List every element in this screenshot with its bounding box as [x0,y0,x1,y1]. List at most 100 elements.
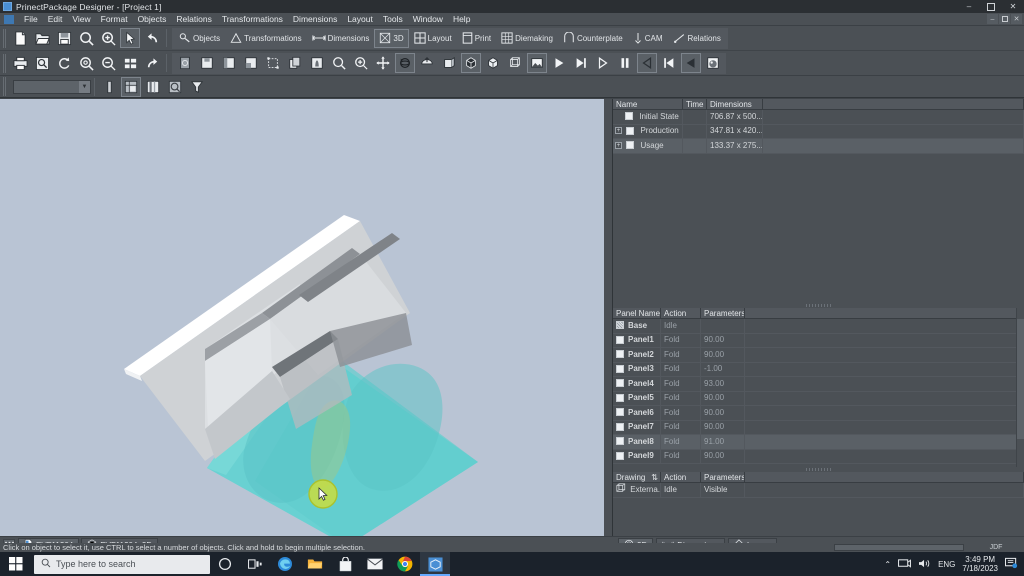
table-row[interactable]: Panel1 Fold 90.00 [613,333,1024,348]
menu-item-file[interactable]: File [19,13,43,26]
structure-col-dimensions[interactable]: Dimensions [707,99,763,109]
open-file-button[interactable] [32,28,52,48]
flip-view-button[interactable] [417,53,437,73]
minimize-button[interactable]: – [958,0,980,13]
zoom-out-button[interactable] [98,53,118,73]
ribbon-tab-objects[interactable]: Objects [174,29,225,48]
panel-grid[interactable]: Panel Name Action Parameters ... Base Idl… [613,308,1024,467]
rotate-3d-button[interactable] [395,53,415,73]
perspective-button[interactable] [439,53,459,73]
preview-search-button[interactable] [165,77,185,97]
3d-model-render[interactable] [0,99,613,544]
table-row[interactable]: + Production 347.81 x 420... [613,124,1024,139]
panel-grid-scrollbar[interactable] [1016,308,1024,467]
play-animation-button[interactable] [549,53,569,73]
sort-indicator-icon[interactable]: ⇅ [651,472,658,482]
menu-item-tools[interactable]: Tools [378,13,408,26]
panel-strip-button[interactable] [143,77,163,97]
cortana-icon[interactable] [210,552,240,576]
viewport-vertical-scrollbar[interactable] [604,99,612,544]
mdi-minimize-button[interactable]: – [987,14,998,24]
copy-panel-button[interactable] [285,53,305,73]
menu-item-window[interactable]: Window [408,13,448,26]
row-checkbox[interactable] [616,379,624,388]
drawing-col-action[interactable]: Action [661,472,701,482]
tray-chevron-icon[interactable]: ⌃ [884,560,891,569]
menu-item-edit[interactable]: Edit [43,13,68,26]
table-row[interactable]: Panel3 Fold -1.00 [613,362,1024,377]
table-row[interactable]: + Usage 133.37 x 275... [613,138,1024,154]
menu-item-view[interactable]: View [67,13,95,26]
table-row[interactable]: Panel2 Fold 90.00 [613,347,1024,363]
toolbar-grip[interactable] [3,28,7,48]
shaded-view-button[interactable] [483,53,503,73]
close-button[interactable]: ✕ [1002,0,1024,13]
row-checkbox[interactable] [616,437,624,446]
ribbon-tab-dimensions[interactable]: Dimensions [307,29,375,48]
search-input[interactable]: Type here to search [34,554,210,574]
expand-toggle-icon[interactable]: + [615,141,622,149]
table-row[interactable]: Panel8 Fold 91.00 [613,434,1024,450]
row-checkbox[interactable] [626,141,635,150]
select-arrow-button[interactable] [120,28,140,48]
arrange-panels-button[interactable] [241,53,261,73]
play-to-end-button[interactable] [571,53,591,73]
zoom-button[interactable] [76,28,96,48]
mdi-close-button[interactable]: ✕ [1011,14,1022,24]
bounding-box-button[interactable] [263,53,283,73]
panel-col-parameters[interactable]: Parameters ... [701,308,745,318]
pause-animation-button[interactable] [615,53,635,73]
ribbon-tab-relations[interactable]: Relations [668,29,726,48]
task-view-icon[interactable] [240,552,270,576]
row-checkbox[interactable] [616,321,624,330]
table-row[interactable]: Panel9 Fold 90.00 [613,449,1024,464]
structure-grid[interactable]: Name Time Dimensions Initial State 706.8… [613,99,1024,303]
row-checkbox[interactable] [625,112,633,121]
mdi-restore-button[interactable] [999,14,1010,24]
language-indicator[interactable]: ENG [938,560,955,569]
ribbon-tab-diemaking[interactable]: Diemaking [496,29,558,48]
refresh-button[interactable] [54,53,74,73]
step-back-button[interactable] [637,53,657,73]
package-designer-taskbar-icon[interactable] [420,552,450,576]
zoom-tool-button[interactable] [329,53,349,73]
windows-start-icon[interactable] [0,552,32,576]
save-3d-button[interactable] [197,53,217,73]
menu-item-help[interactable]: Help [448,13,475,26]
panel-col-action[interactable]: Action [661,308,701,318]
ribbon-tab-counterplate[interactable]: Counterplate [558,29,628,48]
drawing-col-name[interactable]: Drawing [616,472,645,482]
table-row[interactable]: Panel7 Fold 90.00 [613,420,1024,435]
panel-col-name[interactable]: Panel Name [613,308,661,318]
menu-item-transformations[interactable]: Transformations [217,13,288,26]
ribbon-tab-layout[interactable]: Layout [409,29,457,48]
wireframe-view-button[interactable] [505,53,525,73]
table-row[interactable]: Externa... Idle Visible [613,482,1024,498]
print-preview-button[interactable] [32,53,52,73]
structure-col-name[interactable]: Name [613,99,683,109]
step-forward-button[interactable] [593,53,613,73]
solid-shading-button[interactable] [461,53,481,73]
row-checkbox[interactable] [616,422,624,431]
expand-toggle-icon[interactable]: + [615,127,622,135]
layer-bar-button[interactable] [99,77,119,97]
chevron-down-icon[interactable]: ▼ [79,80,90,93]
fold-panel-button[interactable] [219,53,239,73]
pan-move-button[interactable] [373,53,393,73]
play-reverse-button[interactable] [681,53,701,73]
zoom-in-button[interactable] [98,28,118,48]
undo-button[interactable] [142,28,162,48]
menu-item-relations[interactable]: Relations [171,13,216,26]
network-icon[interactable] [898,558,912,571]
3d-viewport[interactable]: ◄ ► [0,99,613,544]
ribbon-tab-3d[interactable]: 3D [374,28,409,48]
insert-object-button[interactable] [307,53,327,73]
row-checkbox[interactable] [616,451,624,460]
table-row[interactable]: Base Idle [613,318,1024,334]
row-checkbox[interactable] [626,126,635,135]
google-chrome-icon[interactable] [390,552,420,576]
redo-button[interactable] [142,53,162,73]
table-row[interactable]: Initial State 706.87 x 500... [613,109,1024,125]
structure-col-time[interactable]: Time [683,99,707,109]
menu-item-objects[interactable]: Objects [133,13,172,26]
